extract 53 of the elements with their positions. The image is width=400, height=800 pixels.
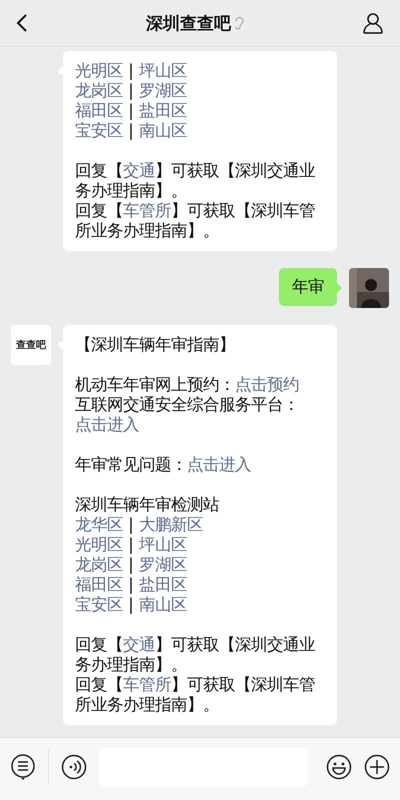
link[interactable]: 坪山区	[138, 535, 187, 554]
link[interactable]: 车管所	[123, 675, 171, 694]
link[interactable]: 大鹏新区	[138, 515, 203, 534]
message-text: 机动车年审网上预约：点击预约	[75, 375, 300, 395]
back-icon[interactable]	[16, 13, 28, 33]
link[interactable]: 福田区	[75, 575, 123, 594]
link[interactable]: 车管所	[123, 201, 171, 220]
message-text: 光明区 | 坪山区	[75, 535, 188, 555]
message-text: 宝安区 | 南山区	[75, 121, 188, 141]
link[interactable]: 宝安区	[75, 595, 123, 614]
link[interactable]: 南山区	[138, 595, 187, 614]
message-text: 深圳车辆年审检测站	[75, 495, 220, 515]
link[interactable]: 点击进入	[187, 455, 251, 474]
message-text: 年审常见问题：点击进入	[75, 455, 252, 475]
link[interactable]: 光明区	[75, 535, 123, 554]
message-text: 龙华区 | 大鹏新区	[75, 515, 204, 535]
plus-icon[interactable]	[364, 754, 390, 780]
message-text: 互联网交通安全综合服务平台： 点击进入	[75, 395, 300, 435]
message-text: 回复【车管所】可获取【深圳车管所业务办理指南】。	[75, 675, 316, 715]
account-avatar[interactable]: 查查吧	[11, 325, 51, 365]
link[interactable]: 龙华区	[75, 515, 123, 534]
link[interactable]: 点击进入	[75, 415, 139, 434]
message-text: 年审	[292, 277, 324, 297]
message-text: 福田区 | 盐田区	[75, 575, 188, 595]
message-text: 光明区 | 坪山区	[75, 61, 188, 81]
ear-icon	[234, 16, 244, 30]
menu-icon[interactable]	[10, 753, 36, 781]
link[interactable]: 龙岗区	[75, 555, 123, 574]
message-text: 龙岗区 | 罗湖区	[75, 555, 188, 575]
chat-title: 深圳查查吧	[146, 12, 231, 34]
message-text: 回复【交通】可获取【深圳交通业务办理指南】。	[75, 635, 316, 675]
emoji-icon[interactable]	[326, 754, 352, 780]
link[interactable]: 宝安区	[75, 121, 123, 140]
link[interactable]: 光明区	[75, 61, 123, 80]
message-text: 宝安区 | 南山区	[75, 595, 188, 615]
link[interactable]: 交通	[123, 635, 155, 654]
link[interactable]: 南山区	[138, 121, 187, 140]
message-text: 回复【交通】可获取【深圳交通业务办理指南】。	[75, 161, 316, 201]
link[interactable]: 盐田区	[138, 101, 187, 120]
profile-icon[interactable]	[362, 12, 384, 34]
link[interactable]: 盐田区	[138, 575, 187, 594]
link[interactable]: 福田区	[75, 101, 123, 120]
link[interactable]: 罗湖区	[138, 81, 187, 100]
link[interactable]: 交通	[123, 161, 155, 180]
message-text: 福田区 | 盐田区	[75, 101, 188, 121]
message-text: 龙岗区 | 罗湖区	[75, 81, 188, 101]
link[interactable]: 龙岗区	[75, 81, 123, 100]
link[interactable]: 点击预约	[235, 375, 299, 394]
message-text: 【深圳车辆年审指南】	[75, 335, 236, 355]
link[interactable]: 坪山区	[138, 61, 187, 80]
link[interactable]: 罗湖区	[138, 555, 187, 574]
voice-icon[interactable]	[61, 754, 87, 780]
message-text: 回复【车管所】可获取【深圳车管所业务办理指南】。	[75, 201, 316, 241]
